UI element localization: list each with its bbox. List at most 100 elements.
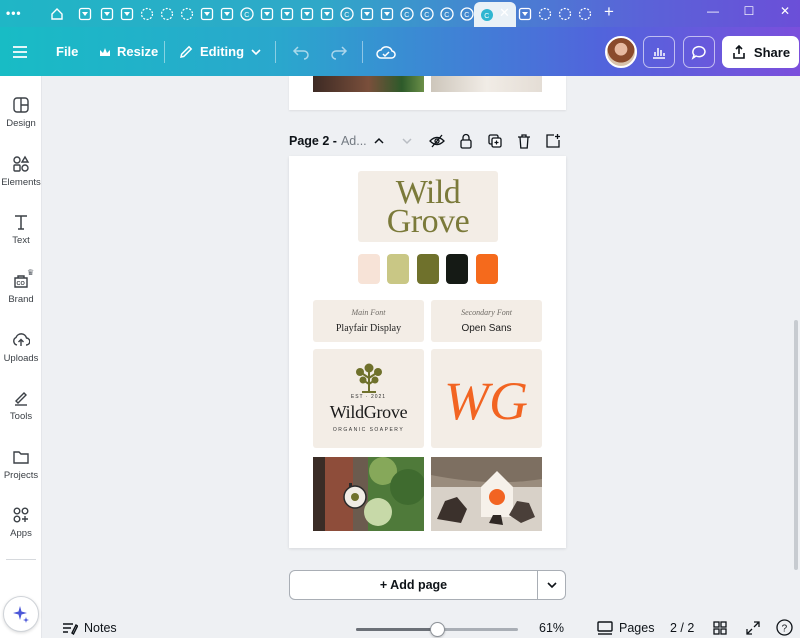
design-tab[interactable] bbox=[217, 4, 236, 23]
left-sidebar: Design Elements Text ♛ CO Brand Uploads … bbox=[0, 76, 42, 638]
sidebar-item-brand[interactable]: ♛ CO Brand bbox=[0, 268, 42, 305]
loading-tab[interactable] bbox=[575, 4, 594, 23]
color-swatch[interactable] bbox=[476, 254, 498, 284]
logo-wordmark-line: Grove bbox=[386, 202, 470, 240]
canva-tab[interactable]: C bbox=[397, 4, 416, 23]
file-menu-button[interactable]: File bbox=[56, 27, 78, 76]
redo-button[interactable] bbox=[330, 27, 354, 76]
close-tab-icon[interactable]: ✕ bbox=[499, 6, 510, 20]
color-swatch[interactable] bbox=[358, 254, 380, 284]
help-button[interactable]: ? bbox=[776, 619, 793, 636]
chevron-down-icon bbox=[546, 582, 557, 589]
tree-logo-icon bbox=[356, 363, 382, 393]
design-tab[interactable] bbox=[257, 4, 276, 23]
chevron-up-icon[interactable] bbox=[371, 133, 387, 149]
page-header: Page 2 - Ad... bbox=[289, 131, 566, 151]
expand-icon bbox=[746, 621, 760, 635]
menu-button[interactable] bbox=[12, 27, 34, 76]
grid-view-button[interactable] bbox=[713, 621, 727, 635]
comments-button[interactable] bbox=[683, 36, 715, 68]
text-icon bbox=[15, 215, 27, 230]
sidebar-item-label: Projects bbox=[3, 470, 39, 481]
cloud-check-icon bbox=[376, 45, 396, 59]
close-window-icon[interactable]: ✕ bbox=[775, 4, 795, 18]
canva-tab[interactable]: C bbox=[237, 4, 256, 23]
fullscreen-button[interactable] bbox=[746, 621, 760, 635]
home-tab[interactable] bbox=[47, 4, 66, 23]
main-font-card[interactable]: Main Font Playfair Display bbox=[313, 300, 424, 342]
brand-mark-card[interactable]: EST · 2021 WildGrove ORGANIC SOAPERY bbox=[313, 349, 424, 448]
design-tab[interactable] bbox=[515, 4, 534, 23]
loading-tab[interactable] bbox=[177, 4, 196, 23]
design-tab[interactable] bbox=[277, 4, 296, 23]
cloud-save-button[interactable] bbox=[376, 27, 402, 76]
share-button[interactable]: Share bbox=[722, 36, 799, 68]
add-page-icon[interactable] bbox=[545, 133, 561, 149]
minimize-icon[interactable]: — bbox=[703, 4, 723, 18]
trash-icon[interactable] bbox=[516, 133, 532, 149]
soap-product-photo[interactable] bbox=[431, 457, 542, 531]
design-tab[interactable] bbox=[97, 4, 116, 23]
color-swatch[interactable] bbox=[387, 254, 409, 284]
user-avatar[interactable] bbox=[605, 36, 637, 68]
storefront-sign-photo[interactable] bbox=[313, 457, 424, 531]
logo-card[interactable]: Wild Grove bbox=[358, 171, 498, 242]
chevron-down-icon[interactable] bbox=[399, 133, 415, 149]
page-count-value: 2 / 2 bbox=[670, 621, 695, 635]
loading-tab[interactable] bbox=[137, 4, 156, 23]
page-title-input[interactable]: Ad... bbox=[341, 134, 367, 148]
sidebar-item-apps[interactable]: Apps bbox=[0, 506, 42, 539]
canva-tab[interactable]: C bbox=[437, 4, 456, 23]
bottom-bar: Notes 61% Pages 2 / 2 ? bbox=[42, 618, 800, 638]
zoom-slider[interactable] bbox=[356, 622, 518, 637]
editor-toolbar: File Resize Editing bbox=[0, 27, 800, 76]
resize-button[interactable]: Resize bbox=[99, 27, 158, 76]
canvas-scrollbar[interactable] bbox=[794, 320, 798, 570]
insights-button[interactable] bbox=[643, 36, 675, 68]
loading-tab[interactable] bbox=[535, 4, 554, 23]
sidebar-item-projects[interactable]: Projects bbox=[0, 448, 42, 481]
new-tab-plus-icon[interactable]: + bbox=[604, 2, 614, 22]
color-swatch[interactable] bbox=[446, 254, 468, 284]
design-tab[interactable] bbox=[197, 4, 216, 23]
canva-tab[interactable]: C bbox=[337, 4, 356, 23]
sidebar-divider bbox=[6, 559, 36, 560]
pages-button[interactable]: Pages bbox=[597, 621, 654, 635]
sidebar-item-uploads[interactable]: Uploads bbox=[0, 331, 42, 364]
previous-page-preview[interactable] bbox=[289, 76, 566, 110]
magic-assistant-button[interactable] bbox=[3, 596, 39, 632]
zoom-slider-thumb[interactable] bbox=[430, 622, 445, 637]
zoom-level[interactable]: 61% bbox=[539, 621, 564, 635]
notes-button[interactable]: Notes bbox=[62, 621, 117, 635]
toolbar-divider bbox=[362, 41, 363, 63]
svg-text:CO: CO bbox=[17, 281, 26, 287]
design-tab[interactable] bbox=[377, 4, 396, 23]
sidebar-item-elements[interactable]: Elements bbox=[0, 155, 42, 188]
loading-tab[interactable] bbox=[157, 4, 176, 23]
duplicate-page-icon[interactable] bbox=[487, 133, 503, 149]
design-tab[interactable] bbox=[317, 4, 336, 23]
lock-icon[interactable] bbox=[458, 133, 474, 149]
svg-text:C: C bbox=[404, 11, 409, 18]
sidebar-item-text[interactable]: Text bbox=[0, 213, 42, 246]
bar-chart-icon bbox=[653, 48, 665, 59]
design-tab[interactable] bbox=[117, 4, 136, 23]
monogram-card[interactable]: WG bbox=[431, 349, 542, 448]
hide-page-icon[interactable] bbox=[429, 133, 445, 149]
add-page-options-button[interactable] bbox=[538, 570, 566, 600]
undo-button[interactable] bbox=[292, 27, 316, 76]
maximize-icon[interactable]: ☐ bbox=[739, 4, 759, 18]
design-tab[interactable] bbox=[297, 4, 316, 23]
design-tab[interactable] bbox=[75, 4, 94, 23]
sidebar-item-design[interactable]: Design bbox=[0, 96, 42, 129]
secondary-font-card[interactable]: Secondary Font Open Sans bbox=[431, 300, 542, 342]
canva-tab[interactable]: C bbox=[417, 4, 436, 23]
add-page-button[interactable]: + Add page bbox=[289, 570, 538, 600]
editing-mode-dropdown[interactable]: Editing bbox=[178, 27, 268, 76]
design-page[interactable]: Wild Grove Main Font Playfair Display Se… bbox=[289, 156, 566, 548]
app-menu-dots-icon[interactable]: ••• bbox=[6, 6, 22, 20]
sidebar-item-tools[interactable]: Tools bbox=[0, 389, 42, 422]
design-tab[interactable] bbox=[357, 4, 376, 23]
color-swatch[interactable] bbox=[417, 254, 439, 284]
loading-tab[interactable] bbox=[555, 4, 574, 23]
